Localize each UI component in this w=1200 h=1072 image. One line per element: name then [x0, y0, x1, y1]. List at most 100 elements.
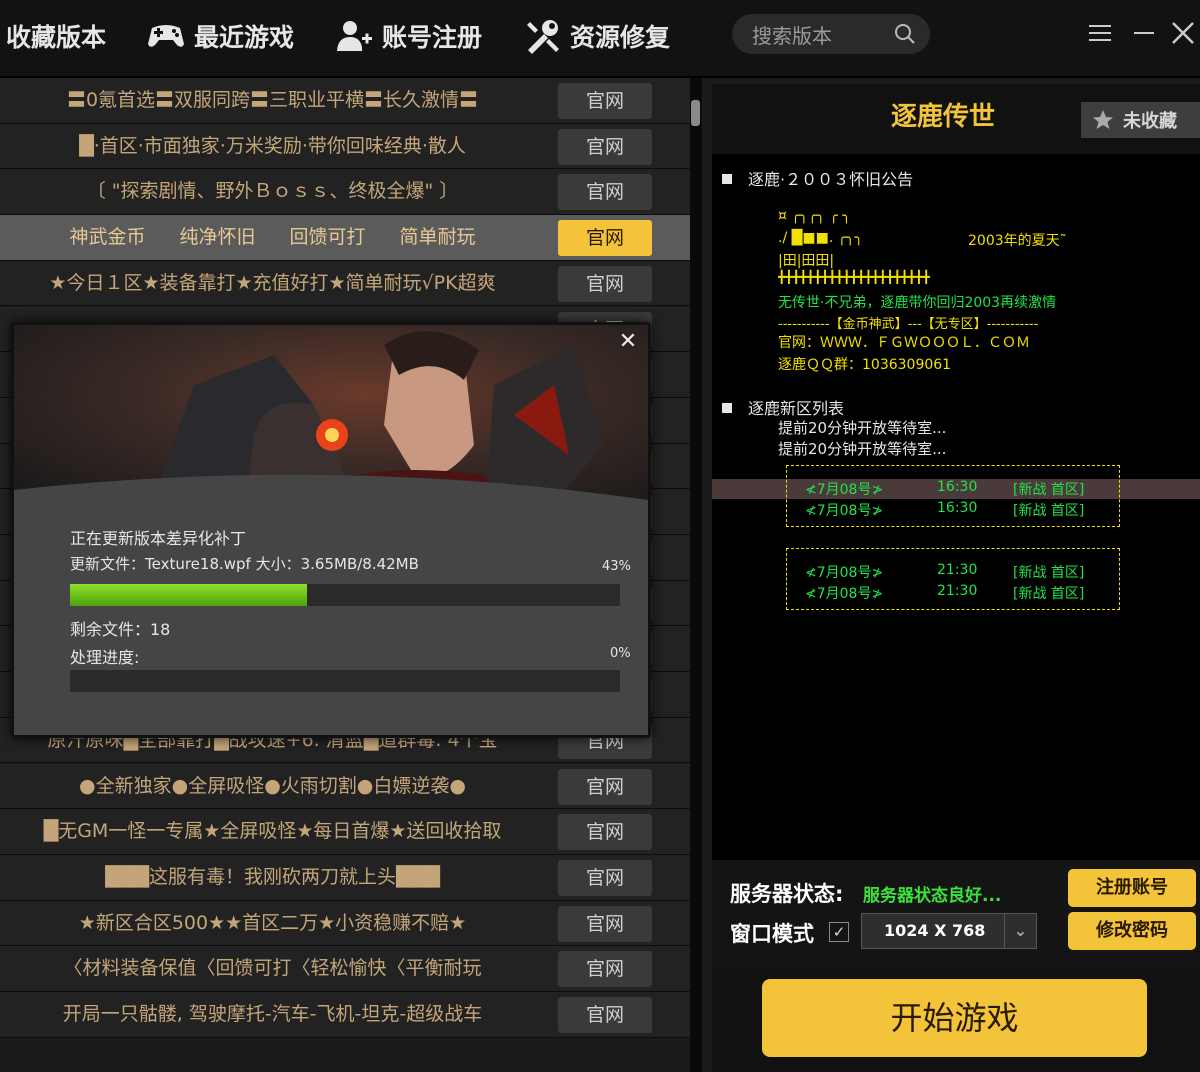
add-user-icon	[337, 21, 372, 51]
collapse-icon	[722, 403, 732, 413]
server-date: ≮7月08号≯	[805, 565, 884, 581]
newlist-header[interactable]: 逐鹿新区列表	[722, 395, 844, 419]
server-list-title: 神武金币 纯净怀旧 回馈可打 简单耐玩	[69, 226, 476, 249]
server-group-b: ≮7月08号≯ 21:30 [新战 首区] ≮7月08号≯ 21:30 [新战 首区]	[786, 548, 1120, 610]
nav-register-label: 账号注册	[382, 23, 483, 52]
nav-repair-label: 资源修复	[570, 23, 671, 52]
star-icon	[1093, 110, 1113, 129]
wait-text: 提前20分钟开放等待室...	[778, 440, 947, 458]
search-input[interactable]: 搜索版本	[732, 14, 930, 54]
collapse-icon	[722, 174, 732, 184]
server-list-row[interactable]: 〔 "探索剧情、野外Ｂｏｓｓ、终极全爆" 〕 官网	[0, 169, 690, 216]
favorite-label: 未收藏	[1123, 111, 1177, 132]
server-list-row[interactable]: 〈材料装备保值〈回馈可打〈轻松愉快〈平衡耐玩 官网	[0, 946, 690, 992]
official-site-button[interactable]: 官网	[558, 768, 652, 805]
server-group-a: ≮7月08号≯ 16:30 [新战 首区] ≮7月08号≯ 16:30 [新战 首区]	[786, 465, 1120, 527]
server-date: ≮7月08号≯	[805, 482, 884, 498]
nav-register[interactable]: 账号注册	[336, 0, 482, 72]
server-list-row[interactable]: ★新区合区500★★首区二万★小资稳赚不赔★ 官网	[0, 900, 690, 947]
official-site-button[interactable]: 官网	[558, 174, 652, 211]
wait-text: 提前20分钟开放等待室...	[778, 419, 947, 437]
server-time: 16:30	[937, 479, 978, 495]
ascii-art-line: ¤ ╭╮╭╮ ╭ ╮	[778, 208, 851, 224]
server-list-title: ●全新独家●全屏吸怪●火雨切割●白嫖逆袭●	[79, 774, 466, 797]
official-site-button[interactable]: 官网	[558, 83, 652, 119]
favorite-button[interactable]: 未收藏	[1081, 102, 1200, 138]
server-list-row[interactable]: █·首区·市面独家·万米奖励·带你回味经典·散人 官网	[0, 123, 690, 170]
website-text: 官网：ＷＷＷ．ＦＧＷＯＯＯＬ．ＣＯＭ	[778, 335, 1030, 351]
server-list-title: ★今日１区★装备靠打★充值好打★简单耐玩√PK超爽	[49, 271, 496, 294]
server-row[interactable]: ≮7月08号≯ 21:30 [新战 首区]	[787, 562, 1119, 582]
tools-icon	[527, 20, 559, 54]
nav-favorites-label: 收藏版本	[6, 23, 107, 52]
update-status-text: 正在更新版本差异化补丁	[70, 529, 247, 548]
official-site-button[interactable]: 官网	[558, 814, 652, 851]
start-game-button[interactable]: 开始游戏	[762, 979, 1147, 1057]
server-list-row[interactable]: 神武金币 纯净怀旧 回馈可打 简单耐玩 官网	[0, 215, 690, 261]
server-name: [新战 首区]	[1013, 565, 1085, 581]
slogan: 无传世·不兄弟，逐鹿带你回归2003再续激情	[778, 295, 1057, 311]
server-list-row[interactable]: ★今日１区★装备靠打★充值好打★简单耐玩√PK超爽 官网	[0, 260, 690, 307]
announce-header-text: 逐鹿·２００３怀旧公告	[748, 170, 914, 189]
newlist-header-text: 逐鹿新区列表	[748, 399, 845, 418]
official-site-button[interactable]: 官网	[558, 951, 652, 988]
ascii-art-line: |田|田田|	[778, 253, 835, 269]
search-placeholder: 搜索版本	[752, 23, 832, 48]
server-row[interactable]: ≮7月08号≯ 16:30 [新战 首区]	[787, 500, 1119, 520]
launcher-window: 收藏版本 最近游戏 账号注册 资源修复 搜索版本 〓0氪首选〓双服同跨〓三职业平…	[0, 0, 1200, 1072]
window-mode-checkbox[interactable]: ✓	[829, 922, 849, 942]
resolution-select[interactable]: 1024 X 768 ⌄	[861, 913, 1037, 949]
tags: -----------【金币神武】---【无专区】-----------	[778, 317, 1039, 332]
nav-recent-games[interactable]: 最近游戏	[146, 0, 294, 72]
window-mode-label: 窗口模式	[730, 922, 814, 946]
server-status-value: 服务器状态良好...	[863, 886, 1002, 906]
file-progress-fill	[70, 584, 307, 606]
chevron-down-icon[interactable]: ⌄	[1004, 914, 1036, 948]
close-icon[interactable]: ✕	[616, 331, 640, 355]
server-time: 21:30	[937, 583, 978, 599]
official-site-button[interactable]: 官网	[558, 859, 652, 896]
announce-header[interactable]: 逐鹿·２００３怀旧公告	[722, 166, 913, 190]
file-percent: 43%	[602, 559, 631, 574]
server-list-row[interactable]: █无GM一怪一专属★全屏吸怪★每日首爆★送回收拾取 官网	[0, 809, 690, 855]
scrollbar-track[interactable]	[690, 78, 702, 1072]
server-status-label: 服务器状态:	[730, 882, 844, 906]
official-site-button[interactable]: 官网	[558, 905, 652, 942]
nav-repair[interactable]: 资源修复	[524, 0, 670, 72]
server-list-row[interactable]: ●全新独家●全屏吸怪●火雨切割●白嫖逆袭● 官网	[0, 763, 690, 810]
update-dialog: ✕ 正在更新版本差异化补丁 更新文件：Texture18.wpf 大小：3.65…	[11, 322, 651, 738]
scrollbar-thumb[interactable]	[691, 100, 700, 126]
server-list-title: 开局一只骷髅, 驾驶摩托-汽车-飞机-坦克-超级战车	[62, 1003, 483, 1025]
minimize-icon[interactable]	[1130, 18, 1160, 48]
server-list-title: 〔 "探索剧情、野外Ｂｏｓｓ、终极全爆" 〕	[86, 180, 459, 203]
gamepad-icon	[148, 25, 184, 47]
file-progress-bar	[70, 584, 620, 606]
official-site-button[interactable]: 官网	[558, 997, 652, 1033]
qq-text: 逐鹿ＱＱ群：1036309061	[778, 357, 952, 373]
official-site-button[interactable]: 官网	[558, 220, 652, 257]
register-account-button[interactable]: 注册账号	[1068, 869, 1196, 907]
official-site-button[interactable]: 官网	[558, 265, 652, 302]
server-list-row[interactable]: 〓0氪首选〓双服同跨〓三职业平横〓长久激情〓 官网	[0, 78, 690, 124]
server-name: [新战 首区]	[1013, 586, 1085, 602]
server-name: [新战 首区]	[1013, 482, 1085, 498]
server-row[interactable]: ≮7月08号≯ 16:30 [新战 首区]	[787, 479, 1119, 499]
official-site-button[interactable]: 官网	[558, 128, 652, 165]
server-list-row[interactable]: 开局一只骷髅, 驾驶摩托-汽车-飞机-坦克-超级战车 官网	[0, 992, 690, 1038]
server-list-title: 〈材料装备保值〈回馈可打〈轻松愉快〈平衡耐玩	[63, 957, 482, 980]
server-list-row[interactable]: ███这服有毒！我刚砍两刀就上头███ 官网	[0, 854, 690, 901]
search-icon[interactable]	[894, 23, 916, 45]
change-password-button[interactable]: 修改密码	[1068, 912, 1196, 950]
close-icon[interactable]	[1168, 18, 1198, 48]
server-date: ≮7月08号≯	[805, 503, 884, 519]
server-date: ≮7月08号≯	[805, 586, 884, 602]
nav-favorites[interactable]: 收藏版本	[6, 0, 106, 72]
menu-icon[interactable]	[1086, 18, 1116, 48]
server-name: [新战 首区]	[1013, 503, 1085, 519]
server-time: 21:30	[937, 562, 978, 578]
top-bar: 收藏版本 最近游戏 账号注册 资源修复 搜索版本	[0, 0, 1200, 78]
server-row[interactable]: ≮7月08号≯ 21:30 [新战 首区]	[787, 583, 1119, 603]
server-list-title: █·首区·市面独家·万米奖励·带你回味经典·散人	[79, 134, 466, 157]
update-file-text: 更新文件：Texture18.wpf 大小：3.65MB/8.42MB	[70, 555, 419, 573]
process-percent: 0%	[610, 646, 631, 661]
